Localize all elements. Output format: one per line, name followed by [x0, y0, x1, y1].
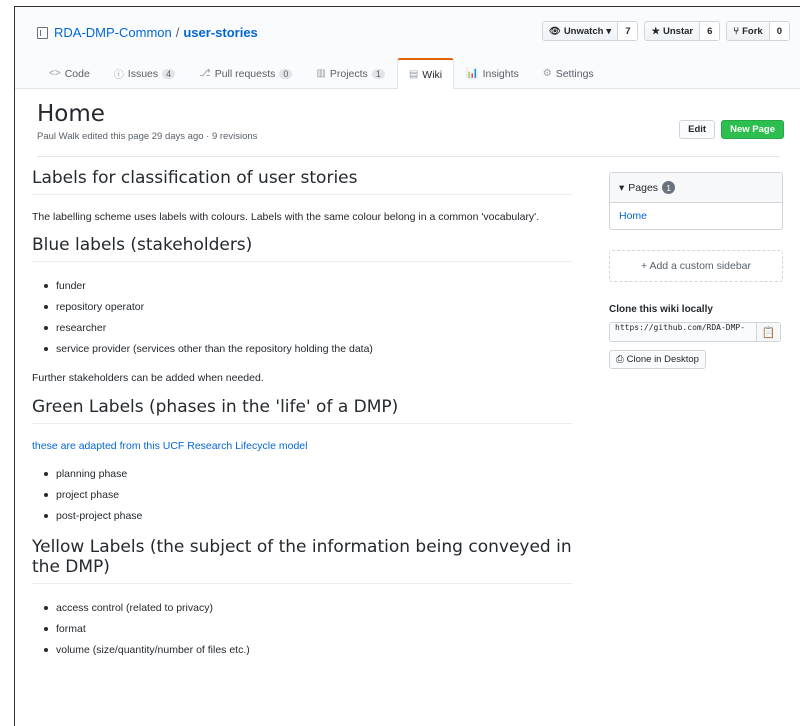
repo-nav-tabs: <> Code ⓘ Issues 4 ⎇ Pull requests 0 ▥ P… — [37, 58, 606, 89]
list-item: project phase — [44, 485, 572, 506]
tab-pull-requests-label: Pull requests — [214, 67, 276, 80]
list-item: repository operator — [44, 297, 572, 318]
repo-header: RDA-DMP-Common / user-stories 👁 Unwatch … — [15, 7, 800, 89]
graph-icon: 📊 — [466, 68, 479, 79]
page-title: Home — [37, 101, 105, 127]
list-item: format — [44, 619, 572, 640]
blue-note: Further stakeholders can be added when n… — [32, 372, 264, 385]
tab-wiki[interactable]: ▤ Wiki — [396, 58, 455, 89]
list-item: researcher — [44, 318, 572, 339]
tab-issues-label: Issues — [127, 67, 159, 80]
list-item: post-project phase — [44, 506, 572, 527]
tab-projects[interactable]: ▥ Projects 1 — [304, 58, 396, 88]
header-divider — [37, 156, 780, 157]
repo-separator: / — [175, 25, 180, 40]
unwatch-group: 👁 Unwatch ▾ 7 — [541, 21, 639, 41]
code-icon: <> — [49, 68, 61, 79]
section-heading-blue: Blue labels (stakeholders) — [32, 235, 572, 263]
pages-box: ▾ Pages 1 Home — [609, 172, 783, 230]
list-item: volume (size/quantity/number of files et… — [44, 640, 572, 661]
repo-icon — [37, 26, 48, 39]
list-item: funder — [44, 276, 572, 297]
watchers-count[interactable]: 7 — [618, 22, 638, 40]
list-item: service provider (services other than th… — [44, 339, 572, 360]
tab-settings-label: Settings — [555, 67, 594, 80]
tab-wiki-label: Wiki — [422, 68, 443, 81]
clone-url-row: https://github.com/RDA-DMP- 📋 — [609, 322, 783, 342]
unstar-button[interactable]: ★ Unstar — [645, 22, 701, 40]
clone-in-desktop-button[interactable]: ⎙ Clone in Desktop — [609, 350, 706, 369]
fork-button[interactable]: ⑂ Fork — [727, 22, 770, 40]
pages-label: Pages — [628, 181, 659, 194]
clone-wiki-label: Clone this wiki locally — [609, 304, 713, 315]
clone-in-desktop-label: Clone in Desktop — [626, 354, 699, 365]
issues-count-badge: 4 — [162, 68, 176, 79]
tab-projects-label: Projects — [329, 67, 368, 80]
repo-owner-link[interactable]: RDA-DMP-Common — [54, 25, 172, 40]
issue-icon: ⓘ — [113, 70, 124, 81]
unwatch-label: Unwatch — [563, 25, 604, 37]
tab-insights[interactable]: 📊 Insights — [454, 58, 531, 88]
new-page-button[interactable]: New Page — [721, 120, 784, 139]
yellow-labels-list: access control (related to privacy) form… — [44, 598, 572, 661]
clipboard-copy-button[interactable]: 📋 — [757, 322, 781, 342]
book-icon: ▤ — [408, 69, 419, 80]
intro-paragraph: The labelling scheme uses labels with co… — [32, 211, 540, 223]
repo-title: RDA-DMP-Common / user-stories — [37, 25, 258, 40]
stars-count[interactable]: 6 — [700, 22, 720, 40]
projects-count-badge: 1 — [371, 68, 385, 79]
unstar-group: ★ Unstar 6 — [644, 21, 721, 41]
clipboard-icon: 📋 — [761, 326, 776, 339]
tab-insights-label: Insights — [482, 67, 519, 80]
fork-group: ⑂ Fork 0 — [726, 21, 790, 41]
fork-icon: ⑂ — [733, 25, 740, 37]
section-heading-labels: Labels for classification of user storie… — [32, 168, 572, 195]
page-actions: Edit New Page — [679, 120, 784, 139]
eye-icon: 👁 — [548, 25, 561, 37]
pull-request-icon: ⎇ — [199, 68, 211, 79]
chevron-down-icon: ▾ — [606, 25, 612, 37]
edit-button[interactable]: Edit — [679, 120, 716, 139]
tab-issues[interactable]: ⓘ Issues 4 — [102, 58, 187, 88]
star-icon: ★ — [651, 25, 661, 37]
unwatch-button[interactable]: 👁 Unwatch ▾ — [542, 22, 619, 40]
add-custom-sidebar-button[interactable]: + Add a custom sidebar — [609, 250, 783, 282]
wiki-content: Labels for classification of user storie… — [32, 168, 572, 671]
list-item: planning phase — [44, 464, 572, 485]
page-meta: Paul Walk edited this page 29 days ago ·… — [37, 131, 258, 142]
desktop-download-icon: ⎙ — [616, 354, 624, 365]
wiki-sidebar: ▾ Pages 1 Home + Add a custom sidebar Cl… — [609, 172, 783, 369]
lifecycle-model-link[interactable]: these are adapted from this UCF Research… — [32, 438, 572, 454]
page-link-home[interactable]: Home — [610, 203, 782, 229]
tab-code[interactable]: <> Code — [37, 58, 102, 88]
blue-labels-list: funder repository operator researcher se… — [44, 276, 572, 360]
pull-requests-count-badge: 0 — [279, 68, 293, 79]
wiki-header: Home Paul Walk edited this page 29 days … — [15, 101, 800, 157]
repo-actions: 👁 Unwatch ▾ 7 ★ Unstar 6 ⑂ Fork 0 — [541, 21, 790, 41]
repo-name-link[interactable]: user-stories — [183, 25, 257, 40]
project-icon: ▥ — [316, 68, 326, 79]
pages-toggle[interactable]: ▾ Pages 1 — [610, 173, 782, 203]
tab-settings[interactable]: ⚙ Settings — [531, 58, 606, 88]
caret-down-icon: ▾ — [619, 181, 625, 194]
forks-count[interactable]: 0 — [769, 22, 789, 40]
tab-pull-requests[interactable]: ⎇ Pull requests 0 — [187, 58, 304, 88]
fork-label: Fork — [742, 25, 763, 37]
pages-count-badge: 1 — [662, 181, 676, 194]
section-heading-yellow: Yellow Labels (the subject of the inform… — [32, 537, 572, 584]
section-heading-green: Green Labels (phases in the 'life' of a … — [32, 397, 572, 424]
gear-icon: ⚙ — [542, 68, 552, 79]
green-labels-list: planning phase project phase post-projec… — [44, 464, 572, 527]
clone-url-field[interactable]: https://github.com/RDA-DMP- — [609, 322, 757, 342]
list-item: access control (related to privacy) — [44, 598, 572, 619]
tab-code-label: Code — [64, 67, 90, 80]
unstar-label: Unstar — [663, 25, 694, 37]
